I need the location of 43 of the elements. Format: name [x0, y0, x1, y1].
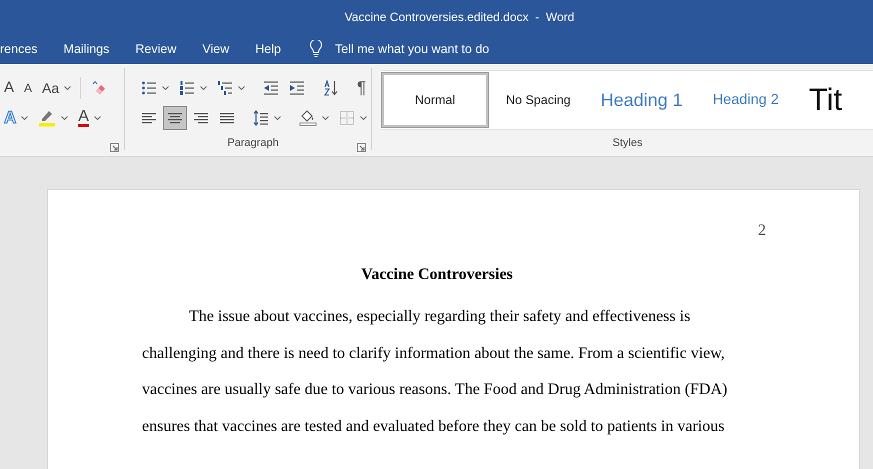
group-label: Styles [612, 137, 642, 149]
font-color-button[interactable]: A [74, 106, 105, 130]
caret-icon [360, 116, 367, 120]
change-case-button[interactable]: Aa [38, 76, 76, 100]
tell-me-search-field[interactable]: Tell me what you want to do [334, 42, 490, 56]
caret-icon [322, 116, 329, 120]
lightbulb-icon [308, 40, 323, 58]
window-title: Vaccine Controversies.edited.docx - Word [344, 10, 574, 24]
ribbon-tab[interactable]: rences [0, 42, 38, 56]
align-center-button[interactable] [163, 106, 187, 130]
document-heading: Vaccine Controversies [360, 266, 514, 284]
eraser-icon [90, 80, 106, 96]
caret-icon [274, 116, 281, 120]
grow-font-button[interactable]: A [0, 76, 18, 100]
dialog-launcher-icon[interactable] [110, 143, 119, 152]
multilevel-list-icon [217, 80, 233, 96]
ribbon-tab[interactable]: View [202, 42, 230, 56]
numbered-list-icon [179, 80, 195, 96]
dialog-launcher-icon[interactable] [357, 143, 366, 152]
ribbon-tab[interactable]: Mailings [64, 42, 110, 56]
caret-icon [238, 86, 245, 90]
shrink-font-button[interactable]: A [20, 76, 36, 100]
paint-bucket-icon [299, 109, 317, 126]
increase-indent-icon [289, 80, 305, 96]
caret-icon [64, 86, 72, 90]
caret-icon [61, 116, 68, 120]
borders-icon [339, 110, 355, 126]
ribbon-tab[interactable]: Review [135, 42, 176, 56]
caret-icon [21, 116, 28, 120]
caret-icon [162, 86, 169, 90]
highlighter-icon [38, 108, 56, 127]
group-label: Paragraph [227, 137, 279, 150]
caret-icon [94, 116, 101, 120]
ribbon-tab[interactable]: Help [255, 42, 281, 56]
decrease-indent-icon [263, 80, 279, 96]
style-option[interactable]: Normal [382, 73, 488, 127]
bullet-list-icon [141, 80, 157, 96]
caret-icon [200, 86, 207, 90]
page-number: 2 [758, 222, 766, 240]
sort-icon [323, 80, 339, 96]
line-spacing-icon [253, 110, 269, 126]
body-paragraph: The issue about vaccines, especially regarding their safety and effectiveness is challenging and there is need to clarify information about the same. From a scientific view, vaccines are usually safe due to various reasons. The Food and Drug Administration (FDA) ensures that vaccines are tested and evaluated before they can be sold to patients in various [142, 307, 728, 438]
show-formatting-marks-button[interactable]: ¶ [353, 76, 370, 100]
